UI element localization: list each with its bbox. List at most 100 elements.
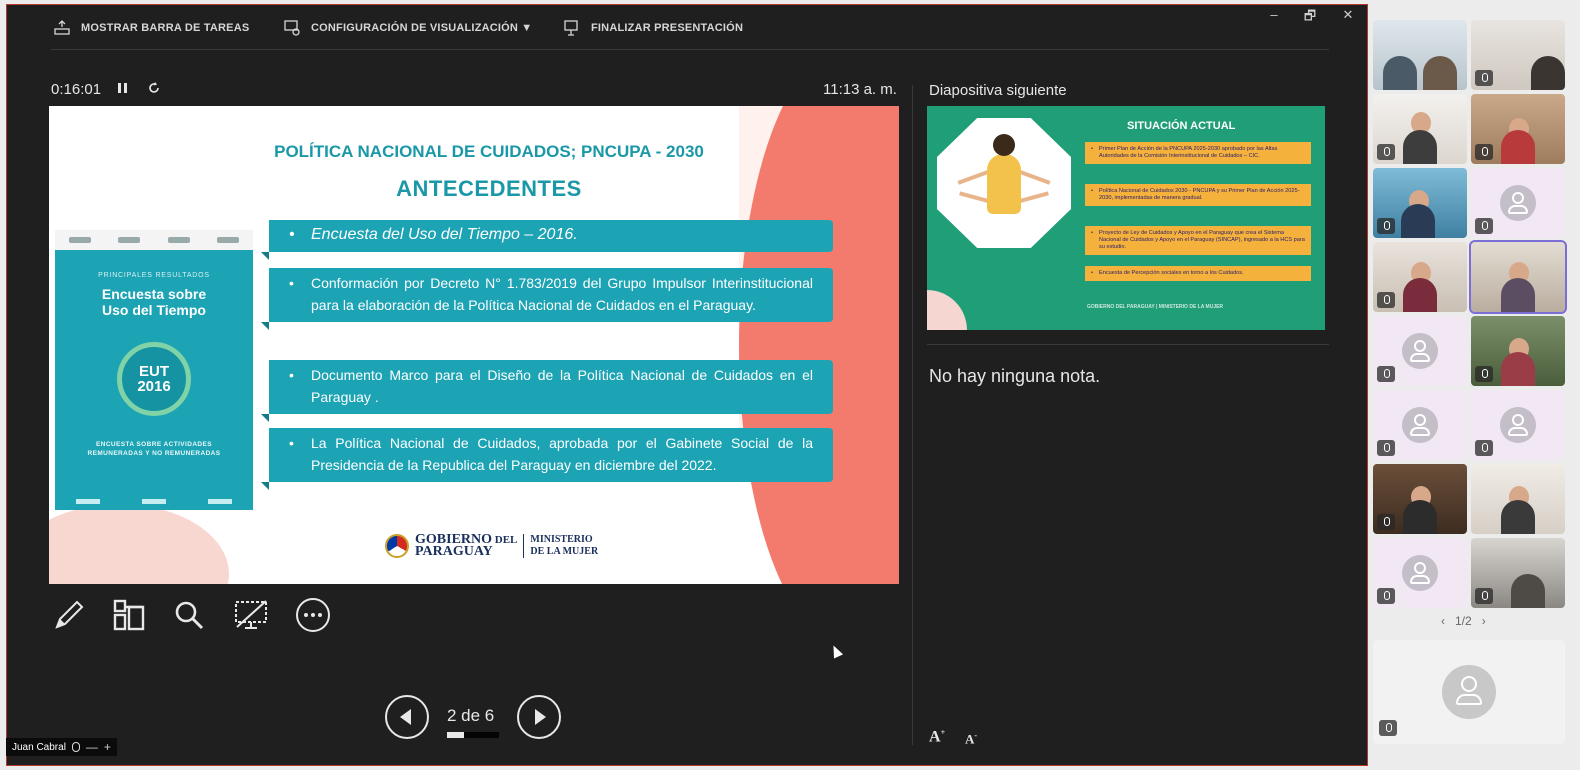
slide-bullet-text: La Política Nacional de Cuidados, aproba…: [311, 435, 813, 473]
minimize-button[interactable]: –: [1259, 7, 1289, 27]
participant-video-tile[interactable]: [1471, 316, 1565, 386]
pager-prev-icon[interactable]: ‹: [1441, 614, 1445, 628]
zoom-icon[interactable]: [171, 597, 207, 633]
decrease-font-label: A: [965, 731, 975, 747]
restore-button[interactable]: 🗗: [1295, 7, 1325, 27]
muted-mic-icon: [1379, 720, 1397, 736]
participant-avatar-tile[interactable]: [1471, 390, 1565, 460]
next-slide-title: SITUACIÓN ACTUAL: [1127, 120, 1236, 132]
display-settings-button[interactable]: CONFIGURACIÓN DE VISUALIZACIÓN ▼: [283, 19, 532, 37]
slide-bullet: Conformación por Decreto N° 1.783/2019 d…: [261, 268, 833, 330]
ministry-logo-text: MINISTERIO DE LA MUJER: [530, 534, 598, 558]
slide-bullet-text: Conformación por Decreto N° 1.783/2019 d…: [311, 275, 813, 313]
slide-title: POLÍTICA NACIONAL DE CUIDADOS; PNCUPA - …: [274, 142, 704, 161]
cover-title: Encuesta sobre Uso del Tiempo: [55, 286, 253, 318]
next-slide-button[interactable]: [517, 695, 561, 739]
notes-divider: [927, 344, 1329, 345]
slide-progress-bar: [447, 732, 499, 738]
show-taskbar-button[interactable]: MOSTRAR BARRA DE TAREAS: [53, 19, 249, 37]
participant-video-tile[interactable]: [1373, 94, 1467, 164]
cover-title-line1: Encuesta sobre: [101, 286, 207, 302]
participant-figure: [1531, 56, 1565, 90]
illustration-figure: [987, 154, 1021, 214]
gov-logo-del: DEL: [494, 534, 518, 546]
eut-badge: EUT 2016: [117, 342, 191, 416]
pane-divider[interactable]: [912, 85, 913, 745]
speaker-minimize-button[interactable]: —: [86, 740, 98, 754]
avatar-icon: [1500, 407, 1536, 443]
next-slide-item: Primer Plan de Acción de la PNCUPA 2025-…: [1085, 142, 1311, 164]
participant-figure: [1501, 352, 1535, 386]
speaker-notes[interactable]: No hay ninguna nota.: [929, 366, 1100, 387]
self-view-overlay: [1373, 640, 1565, 744]
taskbar-icon: [54, 20, 70, 35]
pen-icon[interactable]: [51, 597, 87, 633]
participant-video-tile[interactable]: [1471, 538, 1565, 608]
close-button[interactable]: ✕: [1333, 7, 1363, 27]
slide-counter: 2 de 6: [447, 706, 495, 725]
muted-mic-icon: [1377, 440, 1395, 456]
self-view-tile[interactable]: [1373, 640, 1565, 744]
current-slide[interactable]: POLÍTICA NACIONAL DE CUIDADOS; PNCUPA - …: [49, 106, 899, 584]
cover-caption: ENCUESTA SOBRE ACTIVIDADES REMUNERADAS Y…: [55, 440, 253, 458]
participant-avatar-tile[interactable]: [1373, 316, 1467, 386]
chevron-right-icon: [535, 709, 546, 725]
participant-figure: [1383, 56, 1417, 90]
slide-decor-bottom-left: [49, 504, 229, 584]
presenter-view: MOSTRAR BARRA DE TAREAS CONFIGURACIÓN DE…: [6, 4, 1368, 766]
cover-title-line2: Uso del Tiempo: [102, 302, 206, 318]
microphone-muted-icon[interactable]: [71, 742, 80, 752]
screen-off-icon[interactable]: [233, 597, 269, 633]
cover-caption-line2: REMUNERADAS Y NO REMUNERADAS: [87, 450, 221, 457]
speaker-expand-button[interactable]: +: [104, 740, 111, 754]
increase-font-label: A: [929, 728, 941, 746]
more-options-icon[interactable]: [295, 597, 331, 633]
muted-mic-icon: [1475, 218, 1493, 234]
next-slide-footer: GOBIERNO DEL PARAGUAY | MINISTERIO DE LA…: [1087, 304, 1224, 310]
eut-badge-line1: EUT: [139, 363, 169, 380]
muted-mic-icon: [1475, 70, 1493, 86]
participant-figure: [1511, 574, 1545, 608]
pause-icon[interactable]: [117, 81, 129, 98]
slide-bullet: La Política Nacional de Cuidados, aproba…: [261, 428, 833, 490]
cover-logos: [55, 230, 253, 250]
restart-icon[interactable]: [147, 81, 161, 98]
participant-avatar-tile[interactable]: [1373, 538, 1467, 608]
pager-next-icon[interactable]: ›: [1482, 614, 1486, 628]
ministry-line1: MINISTERIO: [530, 534, 593, 545]
increase-font-button[interactable]: A+: [929, 728, 945, 746]
avatar-icon: [1402, 555, 1438, 591]
participant-video-tile[interactable]: [1373, 242, 1467, 312]
participant-figure: [1501, 278, 1535, 312]
muted-mic-icon: [1475, 366, 1493, 382]
participant-figure: [1423, 56, 1457, 90]
participant-video-tile[interactable]: [1471, 464, 1565, 534]
pager-label: 1/2: [1455, 614, 1472, 628]
cover-caption-line1: ENCUESTA SOBRE ACTIVIDADES: [96, 441, 212, 448]
participant-figure: [1403, 278, 1437, 312]
increase-font-sign: +: [940, 728, 946, 737]
next-slide-item: Política Nacional de Cuidados 2030 - PNC…: [1085, 184, 1311, 206]
participant-video-tile[interactable]: [1471, 20, 1565, 90]
participant-video-tile[interactable]: [1471, 94, 1565, 164]
participant-video-tile-active[interactable]: [1469, 240, 1567, 314]
end-presentation-button[interactable]: FINALIZAR PRESENTACIÓN: [563, 19, 743, 37]
participant-avatar-tile[interactable]: [1471, 168, 1565, 238]
display-settings-label: CONFIGURACIÓN DE VISUALIZACIÓN ▼: [311, 22, 533, 34]
participant-video-tile[interactable]: [1373, 168, 1467, 238]
decrease-font-button[interactable]: A-: [965, 731, 977, 747]
participant-video-tile[interactable]: [1373, 20, 1467, 90]
participant-avatar-tile[interactable]: [1373, 390, 1467, 460]
logo-divider: [523, 534, 525, 558]
end-presentation-label: FINALIZAR PRESENTACIÓN: [591, 22, 744, 34]
next-slide-preview[interactable]: SITUACIÓN ACTUAL Primer Plan de Acción d…: [927, 106, 1325, 330]
slides-grid-icon[interactable]: [111, 597, 147, 633]
participant-video-tile[interactable]: [1373, 464, 1467, 534]
participant-figure: [1501, 130, 1535, 164]
speaker-name: Juan Cabral: [12, 741, 66, 753]
muted-mic-icon: [1377, 366, 1395, 382]
slide-bullet: Documento Marco para el Diseño de la Pol…: [261, 360, 833, 422]
elapsed-timer: 0:16:01: [51, 81, 102, 98]
previous-slide-button[interactable]: [385, 695, 429, 739]
next-slide-label: Diapositiva siguiente: [929, 82, 1067, 99]
